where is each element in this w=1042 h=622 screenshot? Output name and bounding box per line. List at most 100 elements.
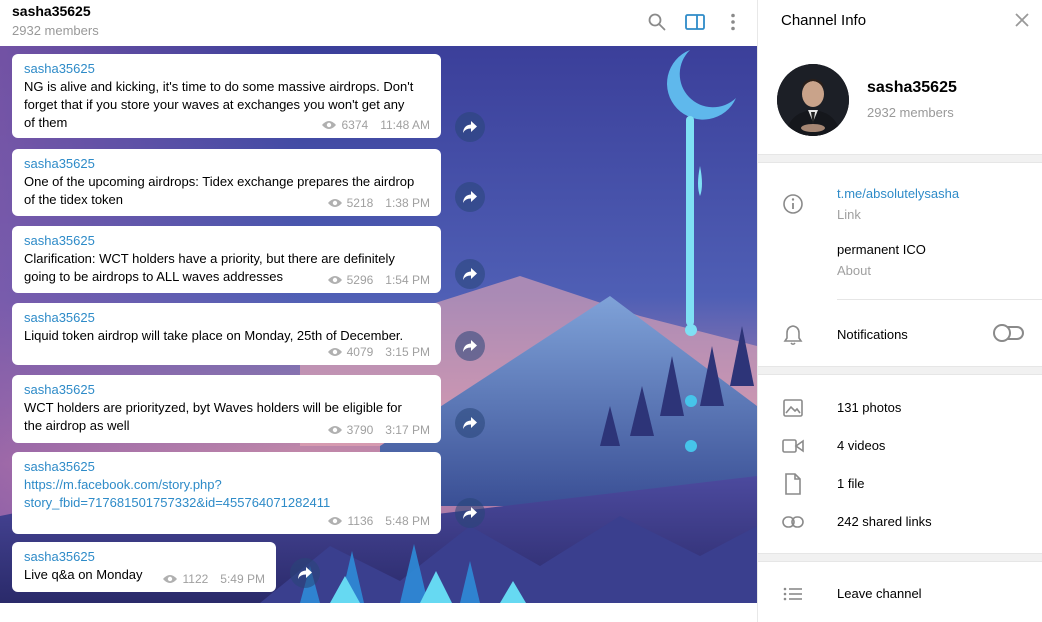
section-divider: [758, 154, 1042, 163]
share-button[interactable]: [455, 182, 485, 212]
close-button[interactable]: [1013, 11, 1031, 29]
shared-links-row[interactable]: 242 shared links: [758, 503, 1042, 541]
message-author[interactable]: sasha35625: [24, 548, 265, 566]
eye-icon: [163, 575, 178, 583]
share-icon: [463, 268, 477, 280]
message-author[interactable]: sasha35625: [24, 60, 430, 78]
share-icon: [463, 191, 477, 203]
share-button[interactable]: [455, 259, 485, 289]
leave-channel-label: Leave channel: [837, 586, 922, 601]
view-count: 3790: [346, 423, 374, 437]
message-time: 5:48 PM: [385, 514, 430, 528]
toggle-knob: [993, 324, 1011, 342]
chat-member-count: 2932 members: [12, 23, 99, 38]
message-meta: 1136 5:48 PM: [327, 514, 430, 528]
shared-videos-row[interactable]: 4 videos: [758, 427, 1042, 465]
channel-member-count: 2932 members: [867, 105, 954, 120]
chat-header: sasha35625 2932 members: [0, 0, 757, 46]
message-author[interactable]: sasha35625: [24, 155, 430, 173]
photos-count: 131 photos: [837, 400, 902, 415]
chat-wallpaper: sasha35625 NG is alive and kicking, it's…: [0, 46, 757, 603]
message-author[interactable]: sasha35625: [24, 381, 430, 399]
share-button[interactable]: [455, 498, 485, 528]
message-text-line: NG is alive and kicking, it's time to do…: [24, 79, 414, 94]
avatar-photo: [777, 64, 849, 136]
shared-files-row[interactable]: 1 file: [758, 465, 1042, 503]
share-button[interactable]: [455, 331, 485, 361]
message-bubble[interactable]: sasha35625 Live q&a on Monday 1122 5:49 …: [12, 542, 276, 592]
share-button[interactable]: [290, 558, 320, 588]
message-meta: 5218 1:38 PM: [327, 196, 430, 210]
chat-title[interactable]: sasha35625: [12, 3, 91, 19]
message-meta: 6374 11:48 AM: [321, 118, 430, 132]
videos-count: 4 videos: [837, 438, 886, 453]
search-button[interactable]: [644, 9, 670, 35]
section-divider: [758, 366, 1042, 375]
eye-icon: [327, 199, 342, 207]
share-icon: [463, 417, 477, 429]
view-count: 4079: [346, 345, 374, 359]
message-time: 11:48 AM: [380, 118, 430, 132]
channel-about-label: About: [837, 263, 871, 278]
photo-icon: [782, 397, 804, 419]
share-button[interactable]: [455, 408, 485, 438]
eye-icon: [322, 121, 337, 129]
share-icon: [463, 121, 477, 133]
eye-icon: [327, 276, 342, 284]
sidebar-toggle-button[interactable]: [682, 9, 708, 35]
message-time: 1:38 PM: [385, 196, 430, 210]
avatar[interactable]: [777, 64, 849, 136]
message-bubble[interactable]: sasha35625 Liquid token airdrop will tak…: [12, 303, 441, 365]
message-bubble[interactable]: sasha35625 WCT holders are priorityzed, …: [12, 375, 441, 443]
channel-name: sasha35625: [867, 79, 957, 96]
message-bubble[interactable]: sasha35625 https://m.facebook.com/story.…: [12, 452, 441, 534]
message-meta: 5296 1:54 PM: [327, 273, 430, 287]
info-icon: [782, 193, 804, 215]
message-time: 1:54 PM: [385, 273, 430, 287]
message-author[interactable]: sasha35625: [24, 458, 430, 476]
sidebar-toggle-icon: [685, 14, 705, 30]
channel-info-panel: Channel Info sasha35625 2932 members t.m…: [757, 0, 1042, 622]
files-count: 1 file: [837, 476, 865, 491]
message-text-line: Liquid token airdrop will take place on …: [24, 328, 404, 343]
view-count: 1122: [182, 572, 209, 586]
share-icon: [463, 507, 477, 519]
share-button[interactable]: [455, 112, 485, 142]
close-icon: [1015, 13, 1029, 27]
message-meta: 3790 3:17 PM: [327, 423, 430, 437]
view-count: 5218: [346, 196, 374, 210]
more-button[interactable]: [720, 9, 746, 35]
message-text-line: Clarification: WCT holders have a priori…: [24, 251, 395, 266]
view-count: 5296: [346, 273, 374, 287]
message-link[interactable]: https://m.facebook.com/story.php?: [24, 476, 430, 494]
notifications-label: Notifications: [837, 327, 908, 342]
message-bubble[interactable]: sasha35625 One of the upcoming airdrops:…: [12, 149, 441, 216]
share-icon: [298, 567, 312, 579]
message-time: 3:15 PM: [385, 345, 430, 359]
section-divider: [758, 553, 1042, 562]
message-time: 5:49 PM: [220, 572, 265, 586]
message-text-line: One of the upcoming airdrops: Tidex exch…: [24, 174, 415, 189]
notifications-toggle[interactable]: [993, 324, 1024, 342]
section-divider-thin: [837, 299, 1042, 300]
message-meta: 4079 3:15 PM: [327, 345, 430, 359]
share-icon: [463, 340, 477, 352]
message-bubble[interactable]: sasha35625 Clarification: WCT holders ha…: [12, 226, 441, 293]
search-icon: [648, 13, 666, 31]
bell-icon: [782, 324, 804, 346]
view-count: 1136: [347, 514, 374, 528]
channel-link[interactable]: t.me/absolutelysasha: [837, 186, 959, 201]
message-text-line: WCT holders are priorityzed, byt Waves h…: [24, 400, 402, 415]
message-text-line: forget that if you store your waves at e…: [24, 97, 405, 112]
message-author[interactable]: sasha35625: [24, 309, 430, 327]
message-time: 3:17 PM: [385, 423, 430, 437]
video-icon: [782, 435, 804, 457]
shared-photos-row[interactable]: 131 photos: [758, 389, 1042, 427]
panel-title: Channel Info: [781, 12, 867, 29]
message-author[interactable]: sasha35625: [24, 232, 430, 250]
message-bubble[interactable]: sasha35625 NG is alive and kicking, it's…: [12, 54, 441, 138]
leave-channel-row[interactable]: Leave channel: [758, 576, 1042, 614]
more-vertical-icon: [731, 13, 735, 31]
chat-area: sasha35625 2932 members sasha35625 NG is…: [0, 0, 757, 622]
message-link[interactable]: story_fbid=717681501757332&id=4557640712…: [24, 494, 430, 512]
